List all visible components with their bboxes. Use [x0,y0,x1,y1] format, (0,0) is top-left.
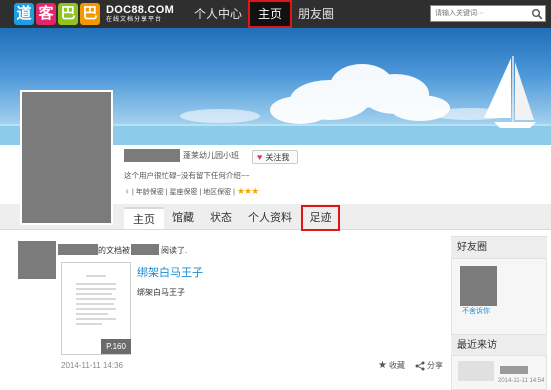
favorite-label: 收藏 [388,361,405,370]
feed-user-avatar[interactable] [18,241,56,279]
search-input[interactable] [431,6,531,21]
recent-visitor-avatar[interactable] [458,361,494,381]
recent-visitors-heading: 最近来访 [451,334,547,356]
logo-slogan: 在线文档分享平台 [106,17,163,23]
feed-text-read: 阅读了. [161,246,188,255]
main-nav: 个人中心 主页 朋友圈 [186,0,342,28]
user-signature: 这个用户很忙碌~没有留下任何介绍~~ [124,171,250,180]
feed-timestamp: 2014-11-11 14:36 [61,361,123,370]
tab-footprint[interactable]: 足迹 [301,205,340,231]
logo-tile-1: 道 [14,3,34,25]
logo-tile-3: 巴 [58,3,78,25]
follow-button[interactable]: ♥ 关注我 [252,150,298,164]
feed-text-doc-of: 的文档被 [98,246,130,255]
female-icon: ♀ [124,187,130,196]
share-button[interactable]: 分享 [415,360,443,371]
recent-visit-date: 2014-11-11 14:54 [498,378,545,384]
top-navigation-bar: 道 客 巴 巴 DOC88.COM 在线文档分享平台 个人中心 主页 朋友圈 [0,0,551,28]
user-tags: ♀ | 年龄保密 | 星座保密 | 地区保密 | ★★★ [124,186,259,197]
document-description: 绑架白马王子 [137,288,185,297]
share-icon [415,361,425,370]
logo-tile-4: 巴 [80,3,100,25]
logo-domain: DOC88.COM [106,4,175,16]
user-name-redacted [124,149,180,162]
tab-home[interactable]: 主页 [124,207,164,229]
feed-reader-name-redacted[interactable] [131,244,159,255]
user-school: 蓬莱幼儿园小班 [183,151,239,160]
tab-profile[interactable]: 个人资料 [243,207,297,229]
logo-tile-2: 客 [36,3,56,25]
nav-home[interactable]: 主页 [248,0,293,28]
friend-name-link[interactable]: 不舍诉你 [462,306,490,316]
star-icon: ★ [378,360,387,371]
heart-icon: ♥ [257,152,263,162]
friends-heading: 好友圈 [451,237,547,259]
follow-label: 关注我 [265,152,290,162]
nav-friends[interactable]: 朋友圈 [290,2,342,26]
level-stars: ★★★ [236,186,259,196]
favorite-button[interactable]: ★ 收藏 [378,360,405,371]
user-avatar[interactable] [20,90,113,225]
share-label: 分享 [427,361,443,370]
document-page-count: P.160 [101,339,131,354]
search-icon[interactable] [531,8,543,20]
document-title-link[interactable]: 绑架白马王子 [137,264,203,280]
document-page-preview [76,275,116,325]
tab-status[interactable]: 状态 [203,207,239,229]
search-box [430,5,546,22]
logo-text: DOC88.COM 在线文档分享平台 [106,4,174,24]
tab-collection[interactable]: 馆藏 [165,207,201,229]
user-tags-text: | 年龄保密 | 星座保密 | 地区保密 | [132,188,235,196]
logo-tiles: 道 客 巴 巴 [14,3,100,25]
site-logo[interactable]: 道 客 巴 巴 DOC88.COM 在线文档分享平台 [14,3,174,25]
nav-personal-center[interactable]: 个人中心 [186,2,250,26]
recent-visitor-name-redacted[interactable] [500,366,528,374]
feed-user-name-redacted[interactable] [58,244,98,255]
friend-avatar[interactable] [460,266,497,306]
